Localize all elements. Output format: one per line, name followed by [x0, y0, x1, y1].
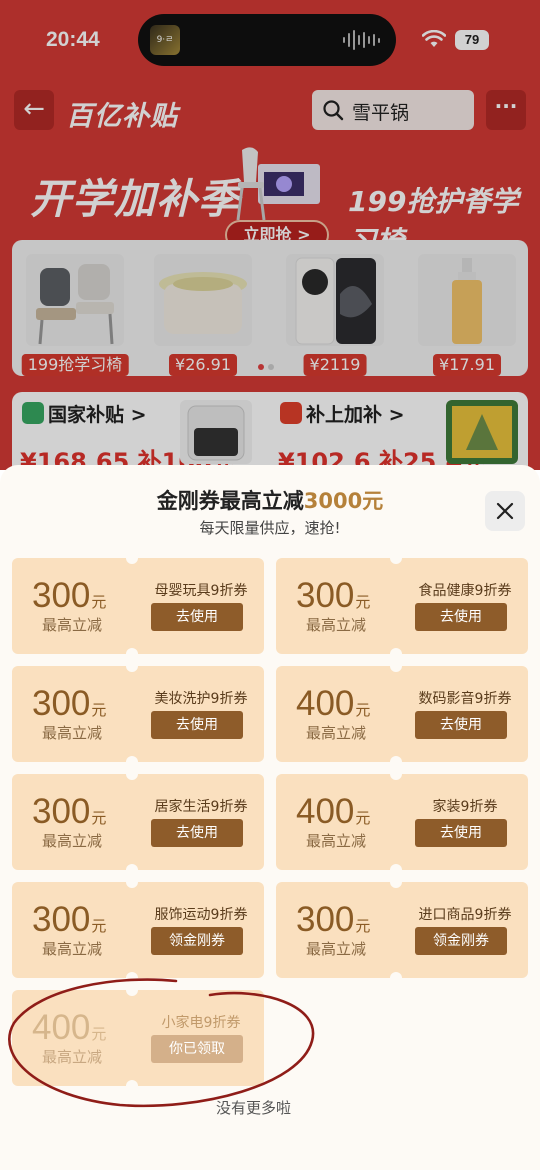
coupon-amount: 300元: [296, 900, 371, 939]
coupon-name: 居家生活9折券: [154, 799, 248, 815]
use-coupon-button[interactable]: 去使用: [415, 603, 507, 631]
coupon-amount: 400元: [32, 1008, 107, 1047]
coupon-card: 300元 最高立减 食品健康9折券 去使用: [276, 552, 528, 660]
coupon-name: 服饰运动9折券: [154, 907, 248, 923]
coupon-caption: 最高立减: [42, 616, 103, 634]
coupon-card-claimed: 400元 最高立减 小家电9折券 你已领取: [12, 984, 264, 1092]
background-page: 20:44 9·ㄹ 79 ← 百亿补贴 雪平锅 ··· 开学加补季 199抢护脊…: [0, 0, 540, 470]
coupon-card: 300元 最高立减 母婴玩具9折券 去使用: [12, 552, 264, 660]
close-button[interactable]: [485, 491, 525, 531]
claim-coupon-button[interactable]: 领金刚券: [415, 927, 507, 955]
use-coupon-button[interactable]: 去使用: [415, 711, 507, 739]
coupon-name: 母婴玩具9折券: [154, 583, 248, 599]
coupon-amount: 300元: [32, 792, 107, 831]
coupon-caption: 最高立减: [42, 940, 103, 958]
coupon-amount: 300元: [32, 684, 107, 723]
coupon-name: 美妆洗护9折券: [154, 691, 248, 707]
coupon-caption: 最高立减: [42, 1048, 103, 1066]
coupon-card: 400元 最高立减 数码影音9折券 去使用: [276, 660, 528, 768]
coupon-card: 300元 最高立减 服饰运动9折券 领金刚券: [12, 876, 264, 984]
coupon-amount: 300元: [32, 576, 107, 615]
coupon-caption: 最高立减: [306, 724, 367, 742]
coupon-card: 300元 最高立减 进口商品9折券 领金刚券: [276, 876, 528, 984]
coupon-caption: 最高立减: [306, 832, 367, 850]
coupon-amount: 400元: [296, 792, 371, 831]
coupon-sheet: 金刚券最高立减3000元 每天限量供应，速抢! 300元 最高立减 母婴玩具9折…: [0, 465, 540, 1170]
sheet-subtitle: 每天限量供应，速抢!: [199, 519, 341, 537]
use-coupon-button[interactable]: 去使用: [151, 603, 243, 631]
sheet-title-amount: 3000元: [303, 489, 384, 513]
coupon-name: 数码影音9折券: [418, 691, 512, 707]
coupon-caption: 最高立减: [306, 940, 367, 958]
coupon-name: 进口商品9折券: [418, 907, 512, 923]
sheet-title-prefix: 金刚券最高立减: [156, 489, 304, 513]
coupon-card: 300元 最高立减 美妆洗护9折券 去使用: [12, 660, 264, 768]
coupon-name: 小家电9折券: [161, 1015, 241, 1031]
overlay-dim[interactable]: [0, 0, 540, 470]
use-coupon-button[interactable]: 去使用: [415, 819, 507, 847]
coupon-caption: 最高立减: [306, 616, 367, 634]
close-icon: [496, 502, 514, 520]
sheet-title: 金刚券最高立减3000元: [0, 485, 540, 515]
coupon-card: 300元 最高立减 居家生活9折券 去使用: [12, 768, 264, 876]
end-of-list-text: 没有更多啦: [216, 1099, 292, 1117]
coupon-caption: 最高立减: [42, 832, 103, 850]
coupon-amount: 400元: [296, 684, 371, 723]
coupon-card: 400元 最高立减 家装9折券 去使用: [276, 768, 528, 876]
claimed-status-button: 你已领取: [151, 1035, 243, 1063]
coupon-amount: 300元: [296, 576, 371, 615]
use-coupon-button[interactable]: 去使用: [151, 819, 243, 847]
use-coupon-button[interactable]: 去使用: [151, 711, 243, 739]
coupon-name: 家装9折券: [432, 799, 498, 815]
coupon-amount: 300元: [32, 900, 107, 939]
coupon-name: 食品健康9折券: [418, 583, 512, 599]
claim-coupon-button[interactable]: 领金刚券: [151, 927, 243, 955]
coupon-caption: 最高立减: [42, 724, 103, 742]
